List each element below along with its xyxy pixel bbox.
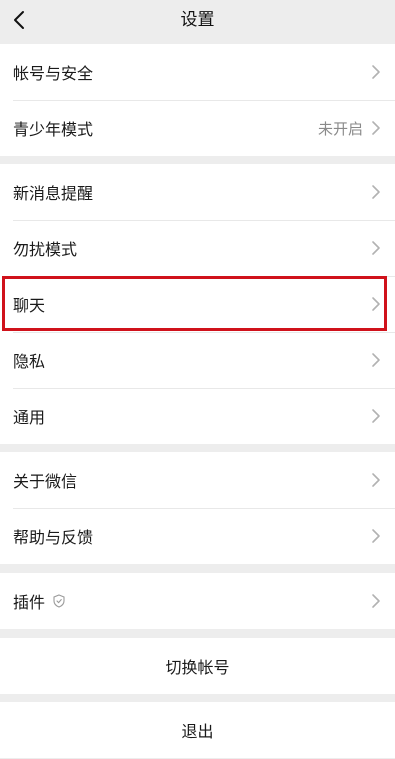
settings-item-notifications[interactable]: 新消息提醒 — [0, 164, 395, 220]
chevron-right-icon — [372, 121, 380, 135]
settings-group-plugins: 插件 — [0, 573, 395, 629]
settings-item-privacy[interactable]: 隐私 — [0, 332, 395, 388]
settings-item-account-security[interactable]: 帐号与安全 — [0, 44, 395, 100]
switch-account-button[interactable]: 切换帐号 — [0, 638, 395, 694]
settings-item-chat[interactable]: 聊天 — [0, 276, 395, 332]
switch-account-group: 切换帐号 — [0, 638, 395, 694]
settings-group-messages: 新消息提醒 勿扰模式 聊天 隐私 通用 — [0, 164, 395, 444]
settings-item-label: 勿扰模式 — [13, 240, 78, 259]
settings-item-label: 青少年模式 — [13, 120, 94, 139]
settings-item-label: 关于微信 — [13, 472, 78, 491]
settings-item-label: 通用 — [13, 408, 46, 427]
chevron-right-icon — [372, 473, 380, 487]
settings-item-help-feedback[interactable]: 帮助与反馈 — [0, 508, 395, 564]
chevron-right-icon — [372, 241, 380, 255]
chevron-right-icon — [372, 185, 380, 199]
settings-group-about: 关于微信 帮助与反馈 — [0, 452, 395, 564]
logout-label: 退出 — [181, 722, 214, 741]
settings-item-label: 聊天 — [13, 296, 46, 315]
settings-item-do-not-disturb[interactable]: 勿扰模式 — [0, 220, 395, 276]
settings-group-account: 帐号与安全 青少年模式 未开启 — [0, 44, 395, 156]
chevron-right-icon — [372, 65, 380, 79]
chevron-right-icon — [372, 297, 380, 311]
switch-account-label: 切换帐号 — [165, 658, 230, 677]
settings-item-label: 帮助与反馈 — [13, 528, 94, 547]
settings-item-general[interactable]: 通用 — [0, 388, 395, 444]
settings-item-plugins[interactable]: 插件 — [0, 573, 395, 629]
settings-item-label: 新消息提醒 — [13, 184, 94, 203]
chevron-right-icon — [372, 409, 380, 423]
teen-mode-status: 未开启 — [317, 119, 363, 138]
settings-item-teen-mode[interactable]: 青少年模式 未开启 — [0, 100, 395, 156]
settings-item-label: 插件 — [13, 593, 46, 612]
nav-bar: 设置 — [0, 0, 395, 42]
logout-group: 退出 — [0, 702, 395, 758]
settings-item-about-wechat[interactable]: 关于微信 — [0, 452, 395, 508]
chevron-right-icon — [372, 594, 380, 608]
settings-item-label: 帐号与安全 — [13, 64, 94, 83]
chevron-right-icon — [372, 353, 380, 367]
page-title: 设置 — [180, 10, 215, 30]
chevron-right-icon — [372, 529, 380, 543]
settings-item-label: 隐私 — [13, 352, 46, 371]
shield-icon — [53, 594, 65, 608]
logout-button[interactable]: 退出 — [0, 702, 395, 758]
